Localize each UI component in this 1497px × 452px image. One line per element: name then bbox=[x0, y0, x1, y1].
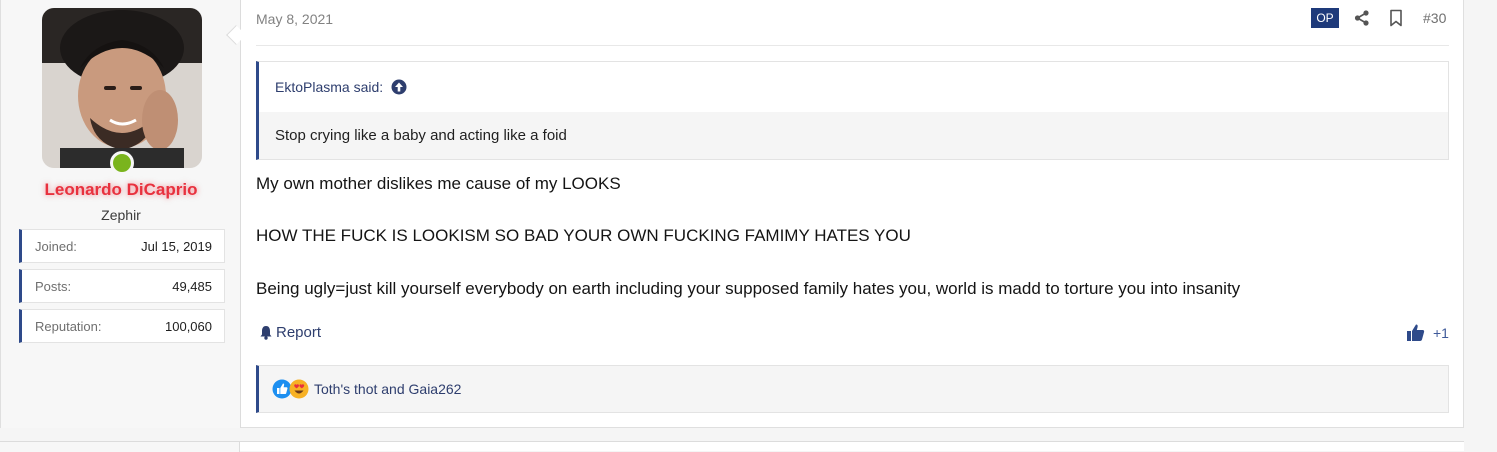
user-title: Zephir bbox=[101, 207, 141, 223]
reactions-bar: Toth's thot and Gaia262 bbox=[256, 365, 1449, 413]
stat-value: 100,060 bbox=[165, 318, 212, 334]
stat-posts: Posts: 49,485 bbox=[19, 269, 225, 303]
post-body-line: Being ugly=just kill yourself everybody … bbox=[256, 279, 1241, 298]
post-main: May 8, 2021 OP #30 EktoPlasma said: Stop… bbox=[256, 0, 1449, 428]
avatar[interactable] bbox=[42, 8, 202, 168]
op-badge: OP bbox=[1311, 8, 1339, 28]
stat-value: 49,485 bbox=[172, 278, 212, 294]
stat-reputation: Reputation: 100,060 bbox=[19, 309, 225, 343]
like-count: +1 bbox=[1433, 324, 1449, 341]
quote-author[interactable]: EktoPlasma said: bbox=[275, 79, 383, 95]
stat-joined: Joined: Jul 15, 2019 bbox=[19, 229, 225, 263]
next-post-user-column bbox=[0, 442, 240, 452]
report-label: Report bbox=[276, 324, 322, 341]
share-icon[interactable] bbox=[1353, 9, 1371, 27]
header-divider bbox=[256, 45, 1449, 46]
stat-label: Joined: bbox=[35, 238, 77, 254]
post-number[interactable]: #30 bbox=[1423, 10, 1446, 26]
report-button[interactable]: Report bbox=[259, 324, 321, 341]
post-container: Leonardo DiCaprio Zephir Joined: Jul 15,… bbox=[0, 0, 1464, 428]
username[interactable]: Leonardo DiCaprio bbox=[1, 180, 241, 200]
love-reaction-icon bbox=[289, 379, 309, 399]
quote-text: Stop crying like a baby and acting like … bbox=[275, 127, 567, 144]
bookmark-icon[interactable] bbox=[1388, 9, 1404, 27]
avatar-image bbox=[42, 8, 202, 168]
quote-header: EktoPlasma said: bbox=[259, 62, 1448, 112]
bell-icon bbox=[260, 326, 272, 340]
like-button[interactable]: +1 bbox=[1406, 323, 1449, 342]
arrow-up-circle-icon[interactable] bbox=[391, 79, 407, 95]
stat-value: Jul 15, 2019 bbox=[141, 238, 212, 254]
online-status-indicator bbox=[110, 151, 134, 175]
user-sidebar: Leonardo DiCaprio Zephir Joined: Jul 15,… bbox=[1, 0, 241, 428]
post-date[interactable]: May 8, 2021 bbox=[256, 11, 333, 27]
next-post-stub bbox=[0, 441, 1464, 452]
quote-block: EktoPlasma said: Stop crying like a baby… bbox=[256, 61, 1449, 160]
thumbs-up-icon bbox=[1407, 324, 1425, 341]
stat-label: Reputation: bbox=[35, 318, 102, 334]
post-body-line: HOW THE FUCK IS LOOKISM SO BAD YOUR OWN … bbox=[256, 226, 911, 245]
stat-label: Posts: bbox=[35, 278, 72, 294]
reactors-list[interactable]: Toth's thot and Gaia262 bbox=[314, 381, 461, 397]
post-body-line: My own mother dislikes me cause of my LO… bbox=[256, 174, 621, 193]
